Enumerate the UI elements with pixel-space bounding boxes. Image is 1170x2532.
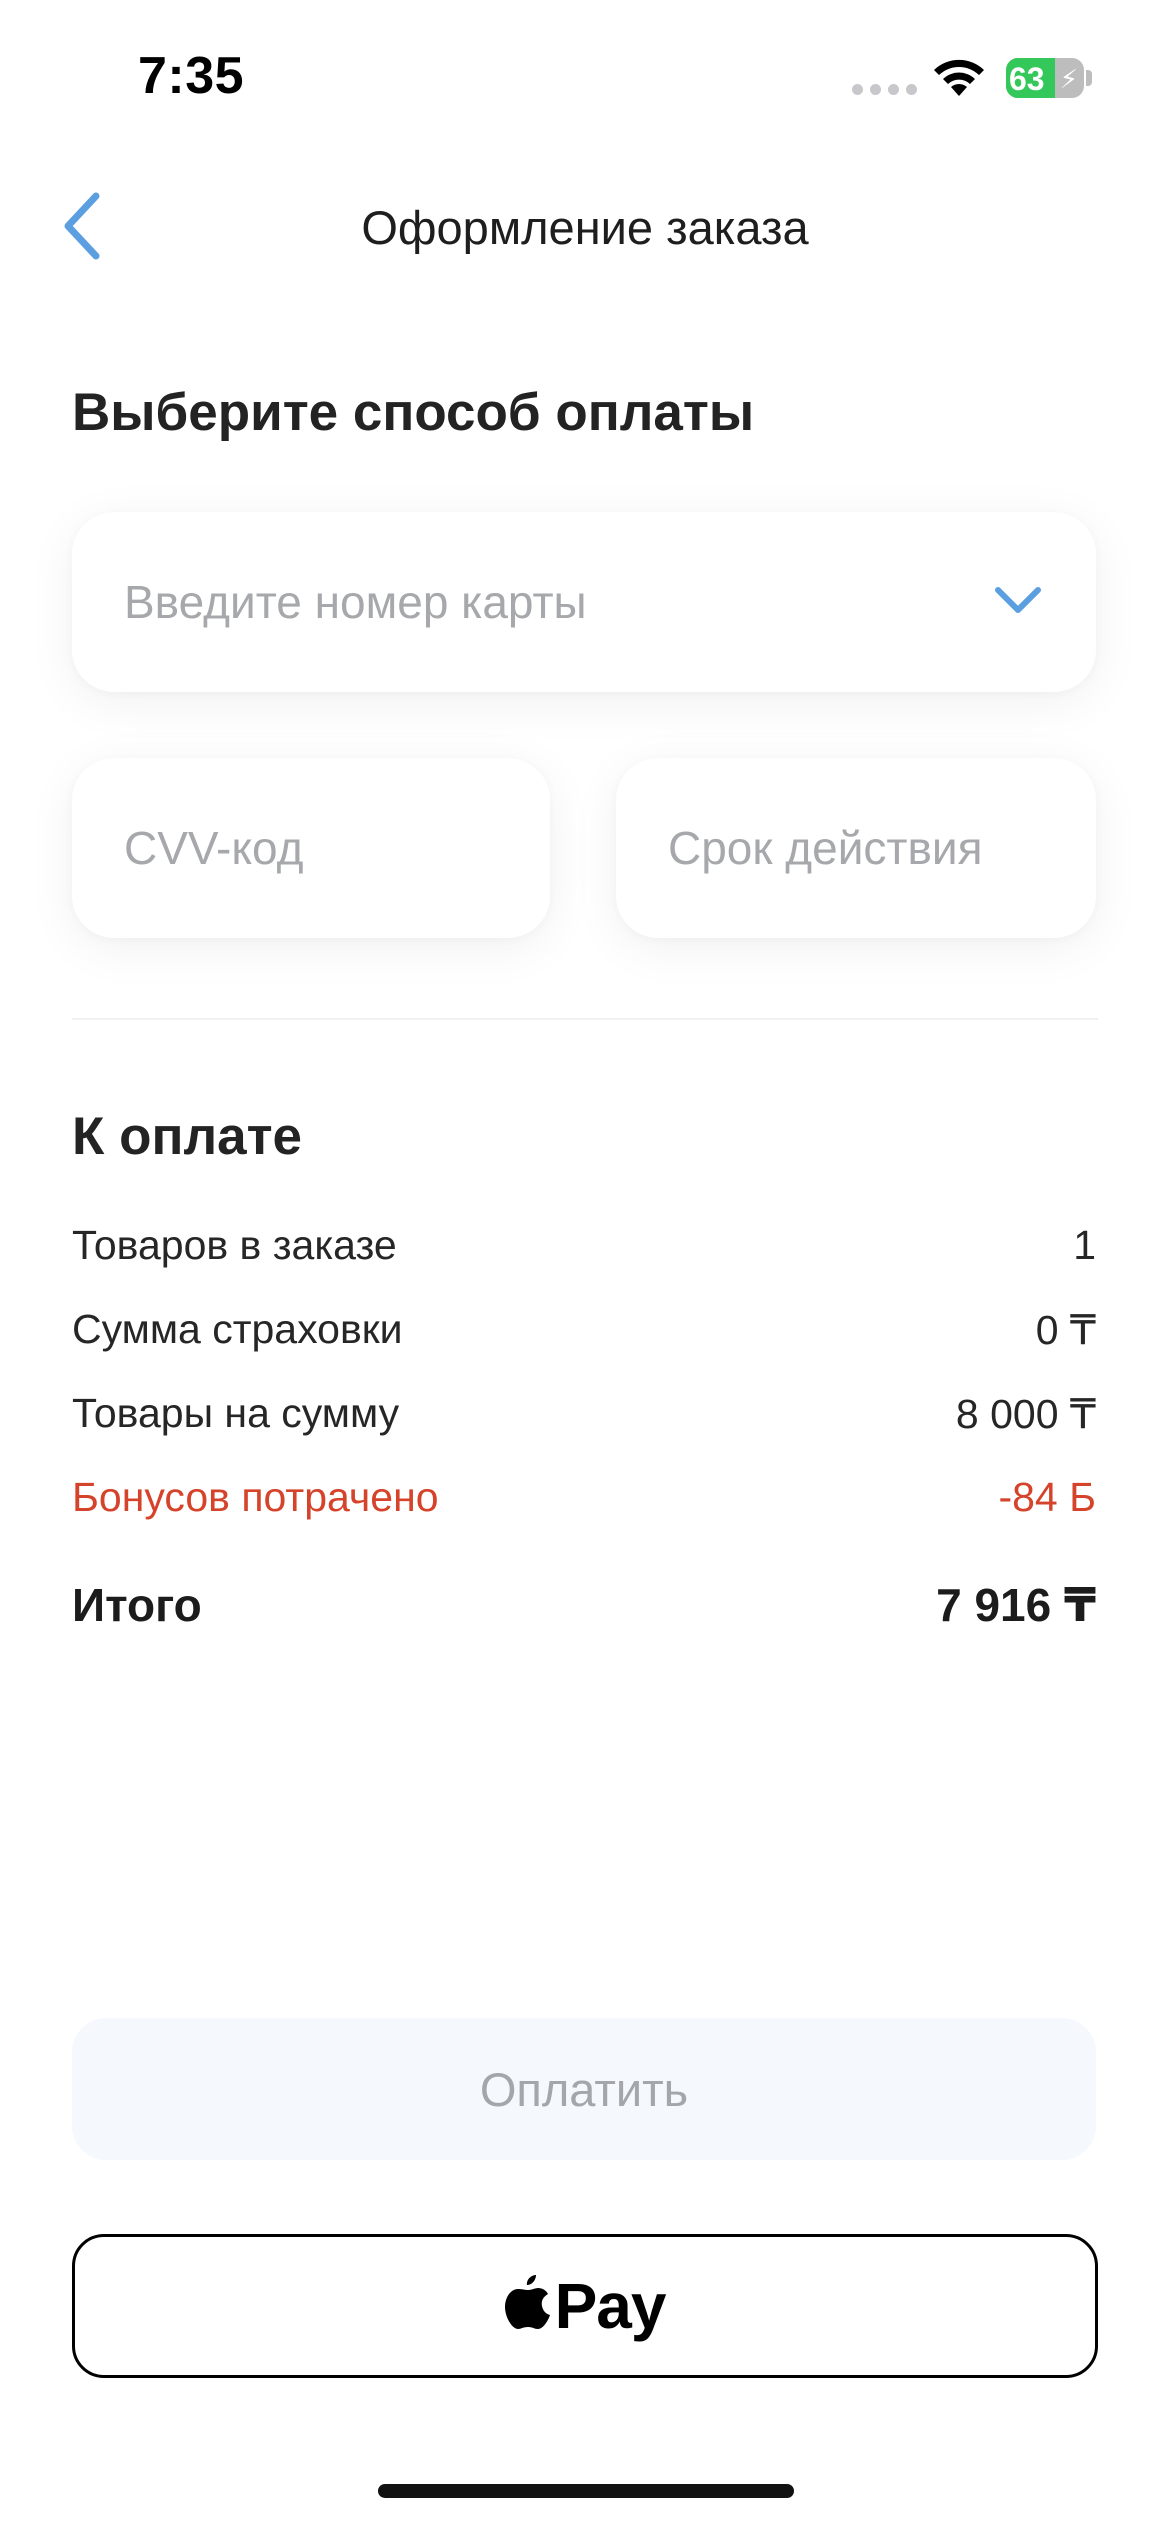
pay-button[interactable]: Оплатить (72, 2018, 1096, 2160)
summary-row-goods-sum: Товары на сумму 8 000 ₸ (72, 1390, 1096, 1438)
row-value: 8 000 ₸ (955, 1391, 1096, 1437)
row-value: 0 ₸ (1035, 1307, 1096, 1353)
cvv-placeholder: CVV-код (124, 822, 304, 874)
expiry-input[interactable]: Срок действия (616, 758, 1096, 938)
battery-level: 63 (1009, 61, 1045, 97)
card-number-dropdown[interactable]: Введите номер карты (72, 512, 1096, 692)
page-title: Оформление заказа (361, 201, 809, 254)
chevron-down-icon (995, 587, 1041, 613)
row-label: Сумма страховки (72, 1306, 403, 1352)
apple-pay-label: Pay (554, 2270, 667, 2342)
divider (72, 1018, 1098, 1020)
total-value: 7 916 ₸ (936, 1579, 1096, 1631)
row-label: Товары на сумму (72, 1390, 400, 1436)
summary-row-items-count: Товаров в заказе 1 (72, 1222, 1096, 1269)
row-value: -84 Б (998, 1474, 1096, 1520)
total-label: Итого (72, 1579, 202, 1631)
status-time: 7:35 (138, 47, 245, 105)
card-number-placeholder: Введите номер карты (124, 576, 587, 628)
apple-logo-icon (504, 2275, 550, 2329)
expiry-placeholder: Срок действия (668, 822, 983, 874)
summary-row-insurance: Сумма страховки 0 ₸ (72, 1306, 1096, 1354)
checkout-screen: 7:35 63 ⚡ Оформление заказа Выберите спо… (0, 0, 1170, 2532)
cvv-input[interactable]: CVV-код (72, 758, 550, 938)
home-indicator (378, 2484, 794, 2498)
row-label: Товаров в заказе (72, 1222, 397, 1268)
battery-icon: 63 ⚡ (1006, 58, 1084, 98)
summary-title: К оплате (72, 1107, 303, 1166)
wifi-icon (934, 59, 984, 96)
payment-method-title: Выберите способ оплаты (72, 383, 755, 442)
summary-row-bonuses: Бонусов потрачено -84 Б (72, 1474, 1096, 1521)
apple-pay-button[interactable]: Pay (72, 2234, 1098, 2378)
row-label: Бонусов потрачено (72, 1474, 439, 1520)
cellular-signal-icon (852, 84, 917, 95)
summary-total-row: Итого 7 916 ₸ (72, 1578, 1096, 1632)
row-value: 1 (1073, 1222, 1096, 1268)
battery-cap (1086, 70, 1092, 86)
charging-bolt-icon: ⚡ (1059, 64, 1078, 94)
